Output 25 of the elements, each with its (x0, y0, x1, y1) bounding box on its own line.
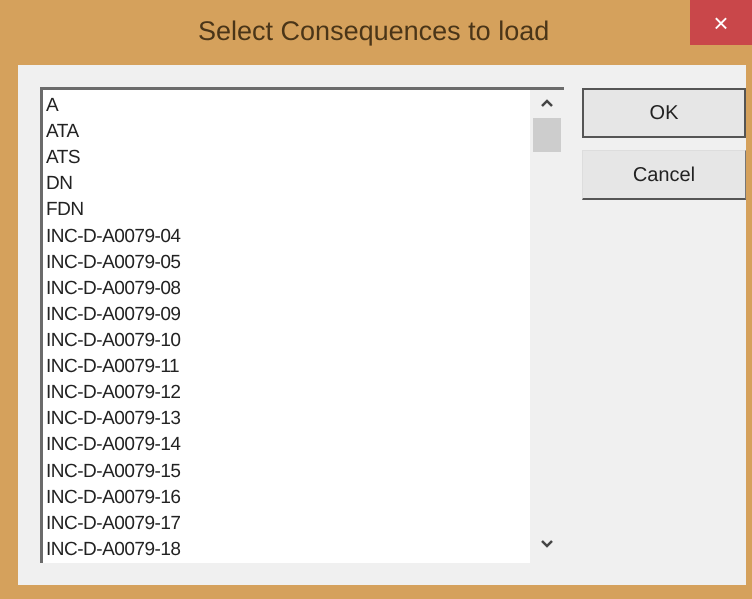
list-item[interactable]: A (45, 93, 60, 120)
list-item[interactable]: INC-D-A0079-10 (45, 328, 182, 354)
list-item[interactable]: FDN (45, 197, 85, 224)
close-button[interactable]: × (690, 0, 752, 45)
list-item[interactable]: INC-D-A0079-16 (45, 484, 182, 511)
list-item[interactable]: ATS (45, 145, 82, 172)
dialog-button[interactable]: OK (582, 88, 746, 138)
scroll-down-icon[interactable] (540, 539, 554, 549)
list-item[interactable]: INC-D-A0079-12 (45, 380, 182, 406)
list-item[interactable]: INC-D-A0079-08 (45, 276, 182, 302)
list-item[interactable]: INC-D-A0079-13 (45, 406, 182, 432)
dialog-button[interactable]: Cancel (582, 150, 746, 200)
list-item[interactable]: INC-D-A0079-14 (45, 432, 182, 459)
list-item[interactable]: DN (45, 171, 74, 198)
list-item[interactable]: INC-D-A0079-04 (45, 224, 182, 250)
list-item[interactable]: ATA (45, 119, 80, 146)
list-item[interactable]: INC-D-A0079-11 (45, 354, 180, 380)
scroll-thumb[interactable] (533, 118, 561, 152)
list-item[interactable]: INC-D-A0079-05 (45, 250, 182, 276)
window-title: Select Consequences to load (198, 18, 550, 45)
list-item[interactable]: INC-D-A0079-17 (45, 510, 182, 537)
list-item[interactable]: INC-D-A0079-15 (45, 458, 182, 485)
list-item[interactable]: INC-D-A0079-18 (45, 536, 182, 563)
scroll-up-icon[interactable] (540, 98, 554, 108)
list-item[interactable]: INC-D-A0079-09 (45, 302, 182, 328)
